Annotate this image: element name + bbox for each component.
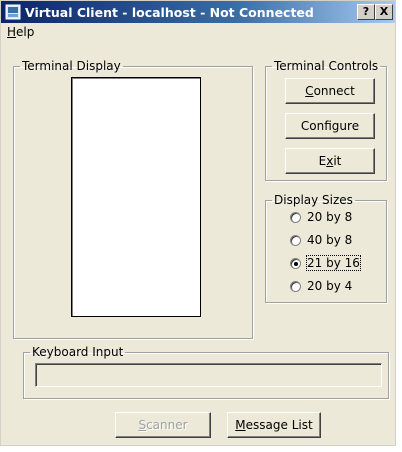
title-bar[interactable]: Virtual Client - localhost - Not Connect… [1,1,395,23]
connect-button[interactable]: Connect [285,78,375,104]
radio-20-by-4[interactable]: 20 by 4 [290,278,352,294]
close-button[interactable]: X [375,4,393,20]
radio-button[interactable] [290,234,301,246]
radio-40-by-8[interactable]: 40 by 8 [290,232,352,248]
radio-label: 20 by 4 [307,279,353,293]
radio-label: 20 by 8 [307,210,353,224]
terminal-display-legend: Terminal Display [22,59,121,73]
menu-bar: Help [1,23,395,41]
radio-button[interactable] [290,211,301,223]
radio-label: 40 by 8 [307,233,353,247]
radio-button[interactable] [290,280,301,292]
app-icon [5,4,21,20]
help-button[interactable]: ? [357,4,375,20]
radio-21-by-16[interactable]: 21 by 16 [290,255,361,271]
keyboard-input-legend: Keyboard Input [32,345,124,359]
configure-button[interactable]: Configure [285,113,375,139]
exit-button[interactable]: Exit [285,148,375,174]
terminal-controls-legend: Terminal Controls [274,59,379,73]
scanner-button[interactable]: Scanner [115,412,211,438]
radio-label: 21 by 16 [306,255,361,271]
terminal-display-area [71,77,201,317]
menu-help[interactable]: Help [7,25,34,39]
display-sizes-legend: Display Sizes [274,193,353,207]
keyboard-input-field[interactable] [35,363,382,387]
message-list-button[interactable]: Message List [227,412,321,438]
app-window: Virtual Client - localhost - Not Connect… [0,0,396,446]
radio-button-selected[interactable] [290,257,301,269]
window-title: Virtual Client - localhost - Not Connect… [25,5,314,20]
radio-20-by-8[interactable]: 20 by 8 [290,209,352,225]
